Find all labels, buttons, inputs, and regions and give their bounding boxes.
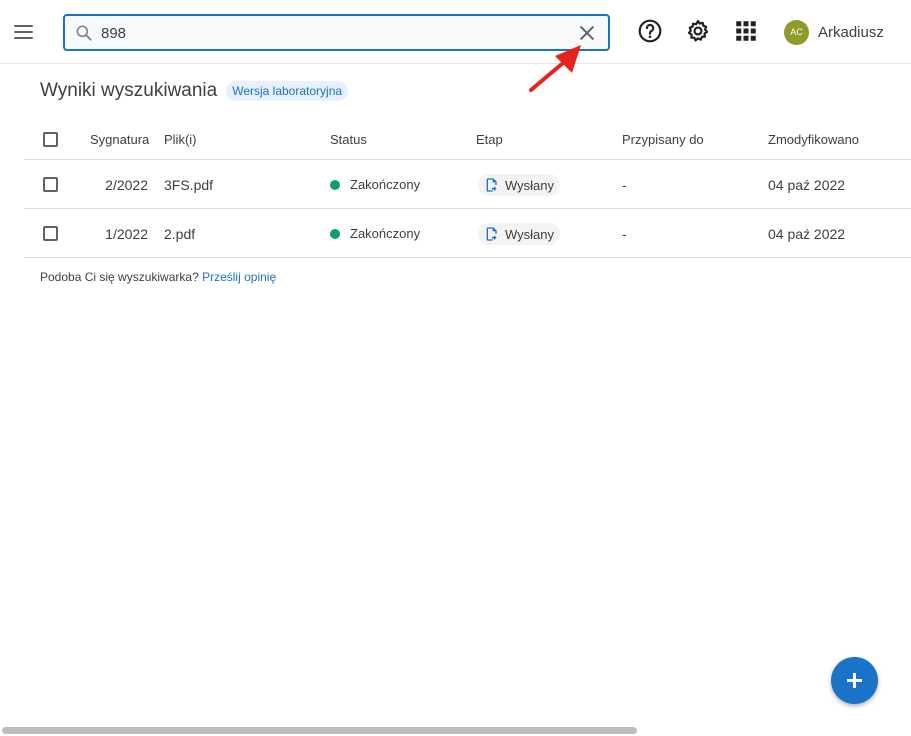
search-input[interactable] — [101, 22, 561, 44]
table-row[interactable]: 2/2022 3FS.pdf Zakończony Wysłany - 04 p… — [24, 160, 911, 209]
row-file[interactable]: 2.pdf — [164, 226, 195, 242]
sent-document-icon — [486, 178, 497, 192]
row-status-label: Zakończony — [350, 177, 421, 192]
menu-icon[interactable] — [10, 18, 38, 46]
row-assigned: - — [622, 226, 627, 242]
title-row: Wyniki wyszukiwania Wersja laboratoryjna — [40, 80, 349, 102]
header-signature[interactable]: Sygnatura — [90, 132, 149, 147]
user-menu[interactable]: AC Arkadiusz — [784, 19, 884, 45]
add-button[interactable] — [831, 657, 878, 704]
row-modified: 04 paź 2022 — [768, 226, 846, 242]
feedback-text: Podoba Ci się wyszukiwarka? — [40, 270, 199, 284]
lab-version-badge: Wersja laboratoryjna — [226, 81, 349, 101]
page-title: Wyniki wyszukiwania — [40, 80, 218, 101]
row-status: Zakończony — [330, 177, 420, 192]
table-header: Sygnatura Plik(i) Status Etap Przypisany… — [24, 118, 911, 160]
stage-chip[interactable]: Wysłany — [478, 174, 561, 196]
row-checkbox[interactable] — [43, 177, 58, 192]
stage-label: Wysłany — [505, 226, 555, 242]
status-dot-icon — [330, 228, 340, 239]
row-status-label: Zakończony — [350, 226, 421, 241]
stage-label: Wysłany — [505, 177, 555, 193]
status-dot-icon — [330, 179, 340, 190]
row-file[interactable]: 3FS.pdf — [164, 177, 213, 193]
top-bar: AC Arkadiusz — [0, 0, 911, 64]
horizontal-scrollbar[interactable] — [2, 727, 637, 734]
select-all-checkbox[interactable] — [43, 132, 58, 147]
stage-chip[interactable]: Wysłany — [478, 223, 561, 245]
row-signature: 2/2022 — [105, 177, 148, 193]
user-name: Arkadiusz — [818, 23, 884, 41]
header-files[interactable]: Plik(i) — [164, 132, 197, 147]
search-icon — [76, 25, 92, 41]
gear-icon[interactable] — [685, 18, 711, 44]
row-signature: 1/2022 — [105, 226, 148, 242]
row-modified: 04 paź 2022 — [768, 177, 846, 193]
header-assigned[interactable]: Przypisany do — [622, 132, 704, 147]
header-modified[interactable]: Zmodyfikowano — [768, 132, 859, 147]
apps-grid-icon[interactable] — [733, 18, 759, 44]
row-assigned: - — [622, 177, 627, 193]
feedback-link[interactable]: Prześlij opinię — [202, 270, 276, 284]
table-row[interactable]: 1/2022 2.pdf Zakończony Wysłany - 04 paź… — [24, 209, 911, 258]
annotation-arrow-icon — [529, 45, 581, 92]
header-status[interactable]: Status — [330, 132, 367, 147]
feedback-line: Podoba Ci się wyszukiwarka? Prześlij opi… — [40, 270, 276, 284]
header-stage[interactable]: Etap — [476, 132, 503, 147]
row-status: Zakończony — [330, 226, 420, 241]
help-icon[interactable] — [637, 18, 663, 44]
sent-document-icon — [486, 227, 497, 241]
avatar: AC — [784, 19, 809, 45]
row-checkbox[interactable] — [43, 226, 58, 241]
results-table: Sygnatura Plik(i) Status Etap Przypisany… — [24, 118, 911, 258]
